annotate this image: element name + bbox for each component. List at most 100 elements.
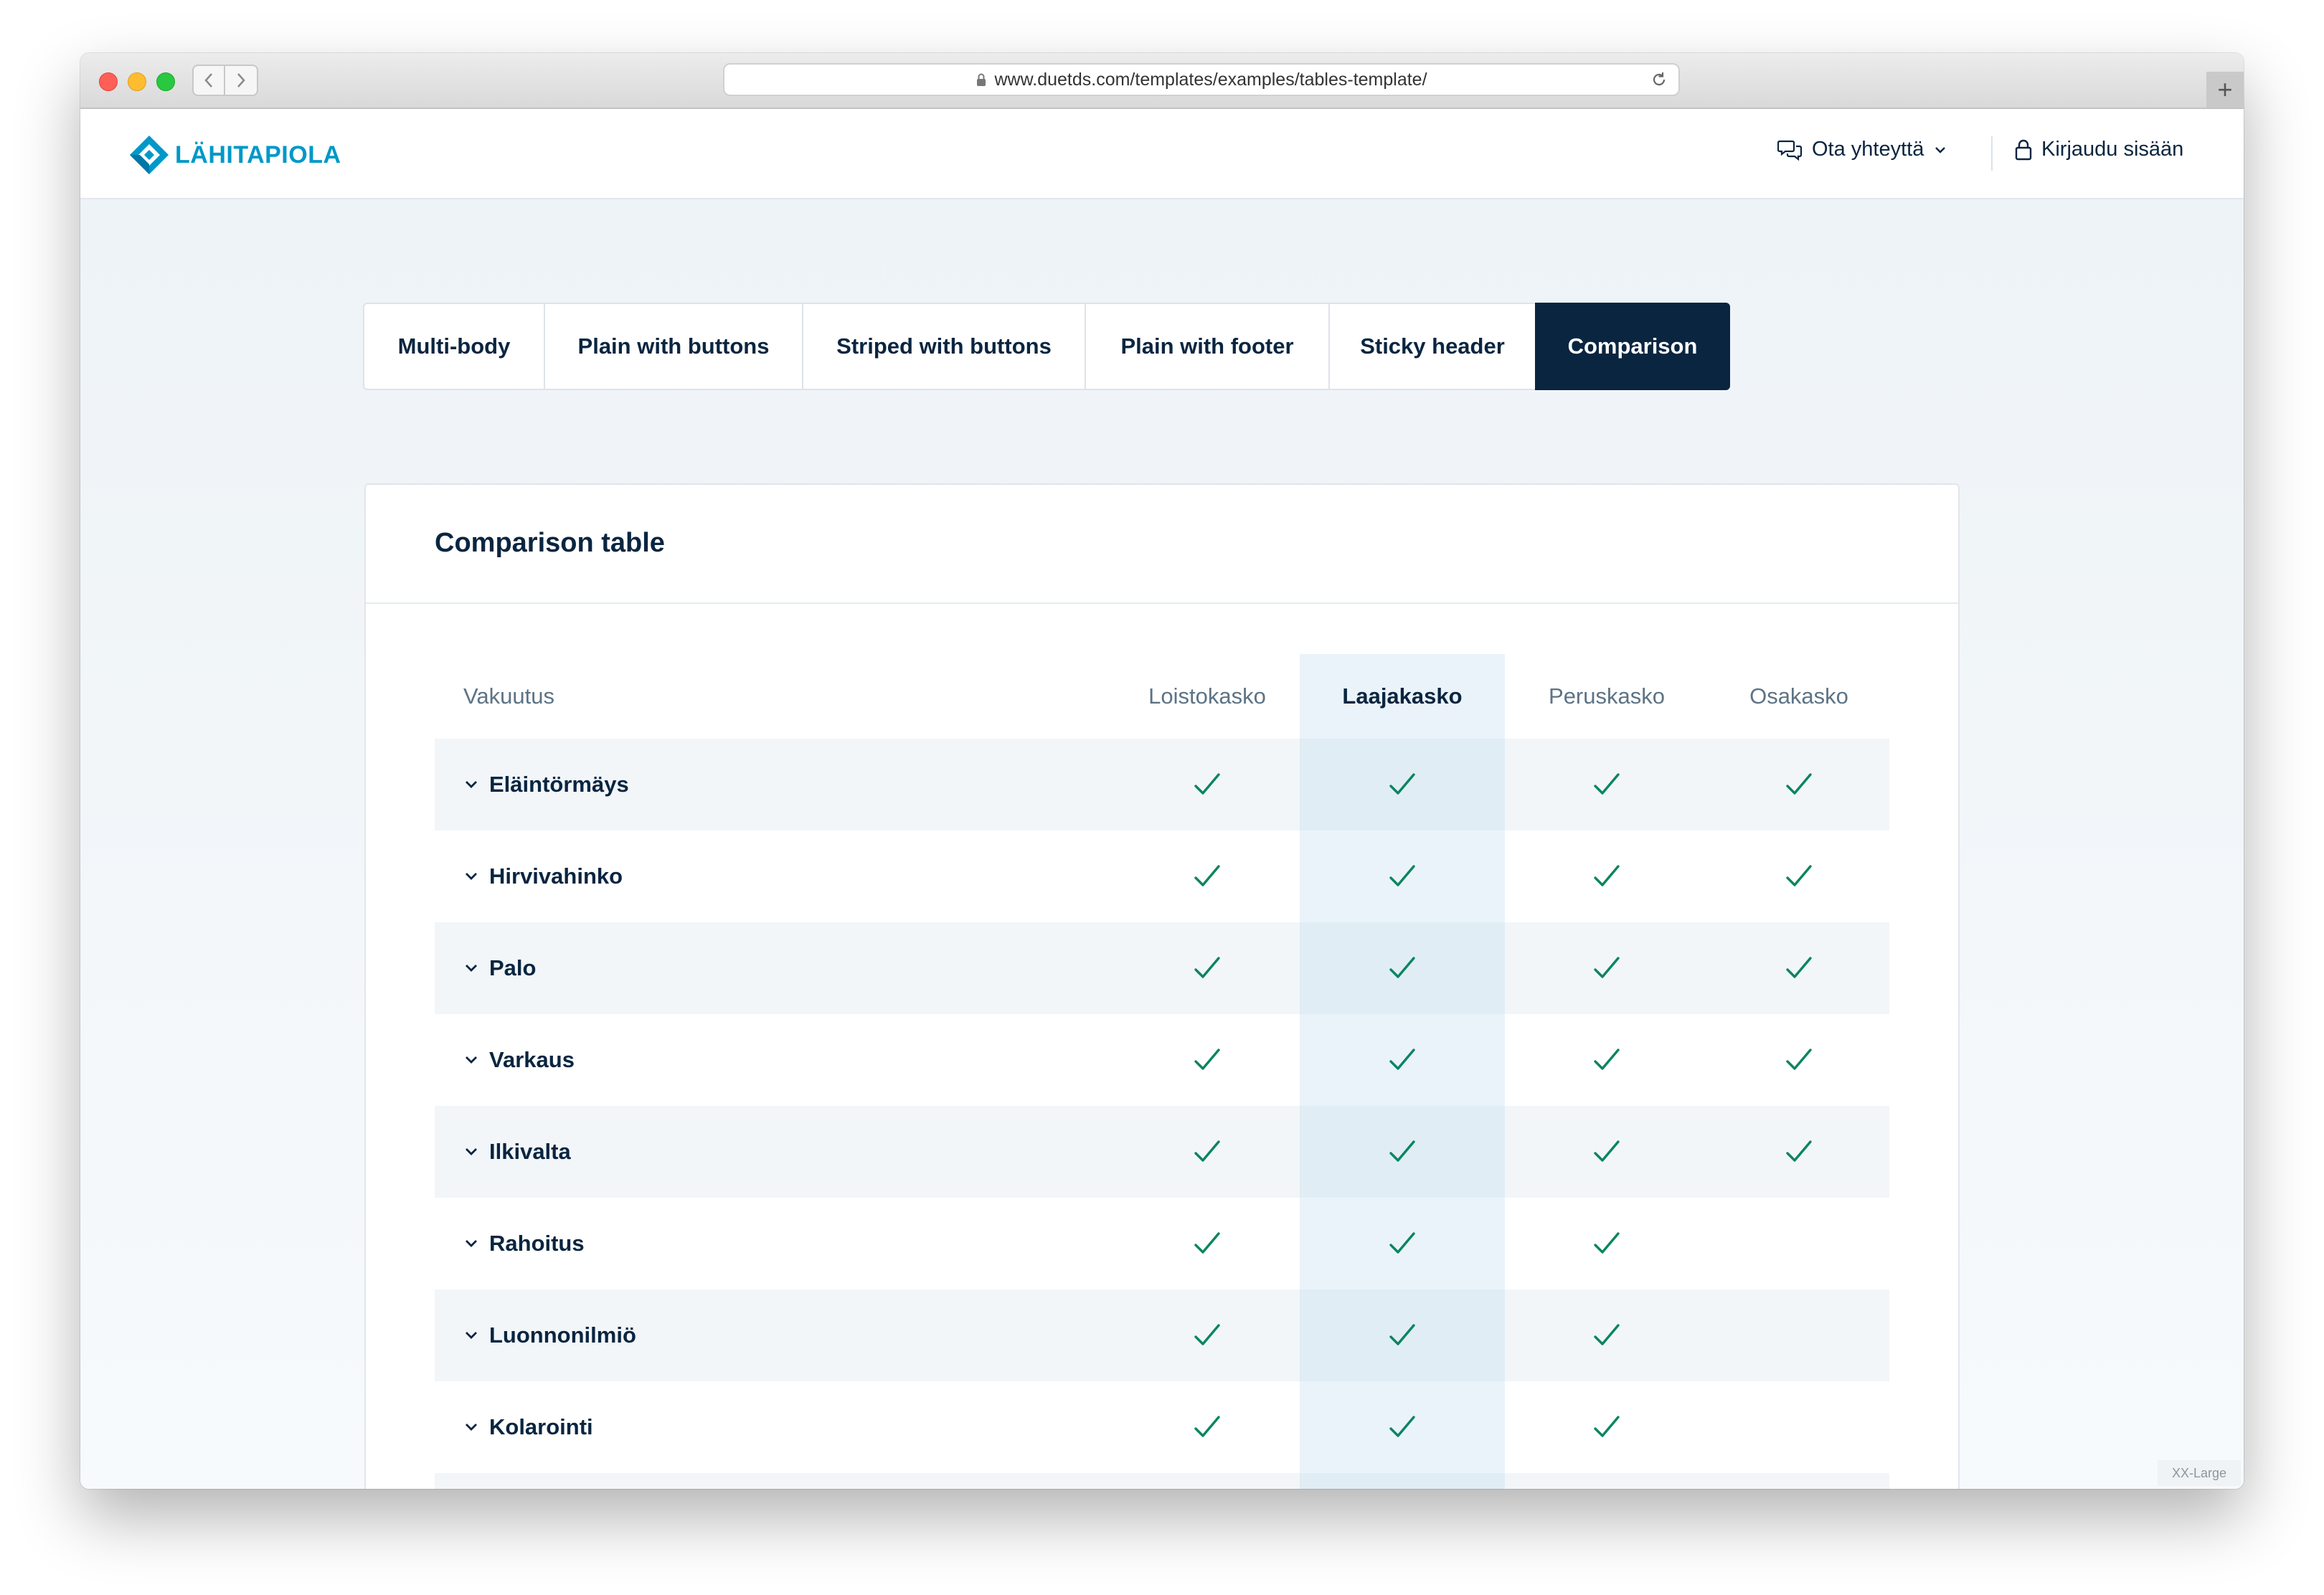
checkmark-icon	[1194, 957, 1220, 978]
coverage-cell	[1105, 922, 1310, 1014]
table-row[interactable]: Luonnonilmiö	[435, 1289, 1889, 1381]
coverage-cell	[1505, 1289, 1709, 1381]
table-body: Eläintörmäys Hirvivahinko Palo Varkaus Ilkiv…	[435, 739, 1889, 1489]
table-row[interactable]: Ilkivalta	[435, 1106, 1889, 1198]
checkmark-icon	[1389, 1140, 1415, 1162]
browser-window: www.duetds.com/templates/examples/tables…	[80, 53, 2244, 1489]
checkmark-icon	[1786, 1140, 1812, 1162]
checkmark-icon	[1594, 1324, 1620, 1345]
address-bar[interactable]: www.duetds.com/templates/examples/tables…	[723, 63, 1680, 96]
logo-text: LÄHITAPIOLA	[175, 141, 341, 169]
coverage-cell	[1709, 739, 1889, 830]
checkmark-icon	[1786, 865, 1812, 886]
column-header-vakuutus: Vakuutus	[463, 683, 554, 709]
chat-bubbles-icon	[1777, 140, 1803, 161]
row-expand-toggle[interactable]: Hirvivahinko	[463, 830, 623, 922]
minimize-window-button[interactable]	[128, 72, 146, 91]
coverage-cell	[1105, 1106, 1310, 1198]
table-row[interactable]: Rahoitus	[435, 1198, 1889, 1289]
chevron-left-icon	[204, 73, 212, 87]
tab-striped-with-buttons[interactable]: Striped with buttons	[802, 303, 1086, 390]
coverage-cell	[1105, 1381, 1310, 1473]
plus-icon: +	[2217, 75, 2233, 104]
tab-comparison[interactable]: Comparison	[1535, 303, 1730, 390]
coverage-cell	[1505, 1473, 1709, 1489]
table-row[interactable]: Hirvivahinko	[435, 830, 1889, 922]
checkmark-icon	[1594, 957, 1620, 978]
row-expand-toggle[interactable]: Kolarointi	[463, 1381, 593, 1473]
forward-button[interactable]	[225, 65, 258, 96]
coverage-cell	[1300, 1106, 1505, 1198]
coverage-cell	[1505, 1106, 1709, 1198]
coverage-cell	[1505, 922, 1709, 1014]
column-header-peruskasko: Peruskasko	[1549, 683, 1665, 709]
checkmark-icon	[1389, 1324, 1415, 1345]
coverage-cell	[1300, 1289, 1505, 1381]
checkmark-icon	[1194, 1416, 1220, 1437]
table-row[interactable]: Kolarointi	[435, 1381, 1889, 1473]
checkmark-icon	[1389, 1416, 1415, 1437]
row-expand-toggle[interactable]: Eläintörmäys	[463, 739, 629, 830]
coverage-cell	[1105, 1289, 1310, 1381]
table-row[interactable]: Bonusturva	[435, 1473, 1889, 1489]
card-title: Comparison table	[435, 528, 665, 558]
checkmark-icon	[1594, 1416, 1620, 1437]
row-label: Eläintörmäys	[489, 772, 629, 797]
checkmark-icon	[1594, 1049, 1620, 1070]
coverage-cell	[1505, 830, 1709, 922]
contact-menu-button[interactable]: Ota yhteyttä	[1777, 138, 1948, 161]
checkmark-icon	[1594, 773, 1620, 795]
table-row[interactable]: Varkaus	[435, 1014, 1889, 1106]
checkmark-icon	[1194, 1140, 1220, 1162]
coverage-cell	[1300, 1014, 1505, 1106]
table-row[interactable]: Eläintörmäys	[435, 739, 1889, 830]
row-expand-toggle[interactable]: Rahoitus	[463, 1198, 585, 1289]
reload-icon[interactable]	[1650, 70, 1668, 89]
checkmark-icon	[1389, 1049, 1415, 1070]
tab-plain-with-buttons[interactable]: Plain with buttons	[544, 303, 803, 390]
coverage-cell	[1300, 1198, 1505, 1289]
checkmark-icon	[1594, 1140, 1620, 1162]
logo[interactable]: LÄHITAPIOLA	[128, 133, 341, 176]
row-expand-toggle[interactable]: Bonusturva	[463, 1473, 613, 1489]
coverage-cell	[1709, 1473, 1889, 1489]
zoom-window-button[interactable]	[156, 72, 175, 91]
column-header-loistokasko: Loistokasko	[1148, 683, 1266, 709]
row-expand-toggle[interactable]: Ilkivalta	[463, 1106, 571, 1198]
row-expand-toggle[interactable]: Palo	[463, 922, 536, 1014]
column-header-laajakasko: Laajakasko	[1300, 654, 1505, 739]
coverage-cell	[1105, 739, 1310, 830]
row-label: Kolarointi	[489, 1414, 593, 1439]
checkmark-icon	[1786, 957, 1812, 978]
checkmark-icon	[1194, 865, 1220, 886]
coverage-cell	[1505, 1381, 1709, 1473]
login-label: Kirjaudu sisään	[2041, 138, 2184, 161]
tab-plain-with-footer[interactable]: Plain with footer	[1085, 303, 1330, 390]
login-button[interactable]: Kirjaudu sisään	[2014, 138, 2183, 161]
row-expand-toggle[interactable]: Luonnonilmiö	[463, 1289, 636, 1381]
header-divider	[1991, 136, 1993, 171]
site-header: LÄHITAPIOLA Ota yhteyttä Kirjaudu sisään	[80, 109, 2244, 199]
checkmark-icon	[1194, 773, 1220, 795]
checkmark-icon	[1194, 1049, 1220, 1070]
lahitapiola-logo-icon	[130, 136, 169, 174]
chevron-down-icon	[463, 1146, 479, 1158]
new-tab-button[interactable]: +	[2206, 72, 2244, 108]
close-window-button[interactable]	[99, 72, 118, 91]
page-content: Multi-body Plain with buttons Striped wi…	[80, 199, 2244, 1489]
table-row[interactable]: Palo	[435, 922, 1889, 1014]
row-label: Varkaus	[489, 1047, 575, 1072]
coverage-cell	[1300, 1381, 1505, 1473]
checkmark-icon	[1194, 1232, 1220, 1254]
tab-sticky-header[interactable]: Sticky header	[1328, 303, 1536, 390]
coverage-cell	[1505, 1014, 1709, 1106]
row-expand-toggle[interactable]: Varkaus	[463, 1014, 575, 1106]
back-button[interactable]	[192, 65, 225, 96]
coverage-cell	[1300, 739, 1505, 830]
checkmark-icon	[1594, 1232, 1620, 1254]
coverage-cell	[1709, 1381, 1889, 1473]
row-label: Hirvivahinko	[489, 863, 623, 889]
tab-multi-body[interactable]: Multi-body	[363, 303, 545, 390]
coverage-cell	[1300, 830, 1505, 922]
card-divider	[366, 602, 1958, 604]
